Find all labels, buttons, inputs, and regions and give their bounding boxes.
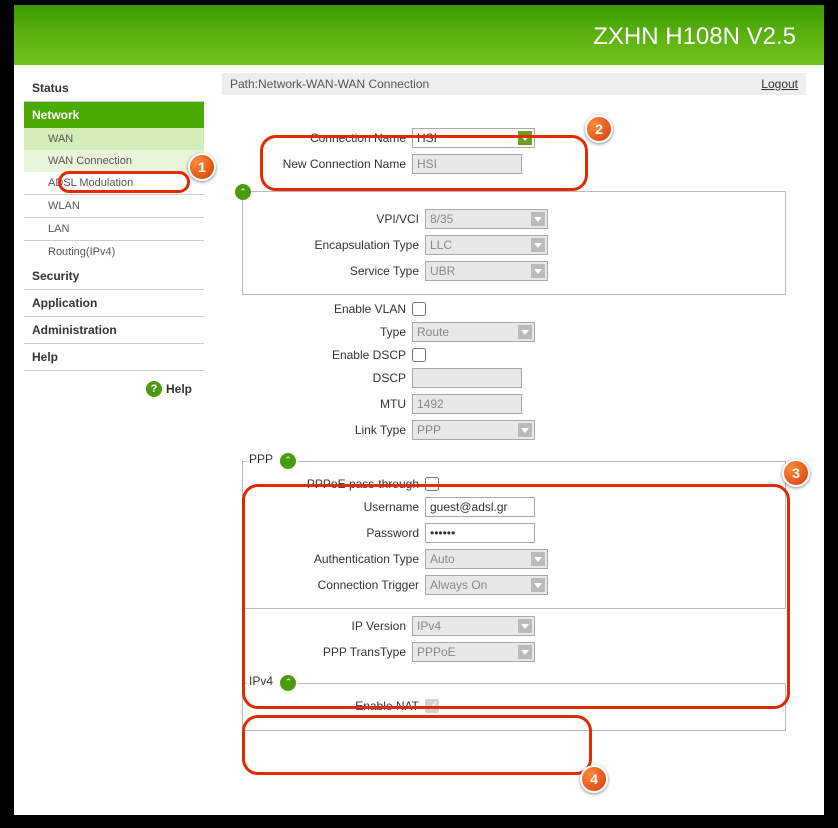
logout-link[interactable]: Logout — [761, 77, 798, 91]
nav-help[interactable]: Help — [24, 344, 204, 371]
enable-dscp-label: Enable DSCP — [222, 348, 412, 362]
chevron-down-icon — [531, 212, 545, 226]
product-title: ZXHN H108N V2.5 — [593, 23, 796, 51]
connection-name-label: Connection Name — [222, 131, 412, 145]
nav-network[interactable]: Network — [24, 102, 204, 128]
ppp-transtype-label: PPP TransType — [222, 645, 412, 659]
service-type-label: Service Type — [243, 264, 425, 278]
sidebar: Status Network WAN WAN Connection ADSL M… — [14, 65, 204, 815]
nav-adsl-modulation[interactable]: ADSL Modulation — [24, 172, 204, 194]
enable-dscp-checkbox[interactable] — [412, 348, 426, 362]
authentication-type-label: Authentication Type — [243, 552, 425, 566]
pppoe-pass-through-checkbox[interactable] — [425, 477, 439, 491]
username-input[interactable] — [425, 497, 535, 517]
username-label: Username — [243, 500, 425, 514]
mtu-input[interactable] — [412, 394, 522, 414]
password-label: Password — [243, 526, 425, 540]
help-label: Help — [166, 382, 192, 396]
sidebar-help-link[interactable]: ? Help — [24, 371, 204, 397]
header-banner: ZXHN H108N V2.5 — [14, 5, 824, 65]
nav-wlan[interactable]: WLAN — [24, 195, 204, 217]
mtu-label: MTU — [222, 397, 412, 411]
new-connection-name-label: New Connection Name — [222, 157, 412, 171]
service-type-select[interactable]: UBR — [425, 261, 548, 281]
chevron-down-icon — [531, 238, 545, 252]
ppp-transtype-select[interactable]: PPPoE — [412, 642, 535, 662]
collapse-icon[interactable]: ⌃ — [280, 453, 296, 469]
ip-version-label: IP Version — [222, 619, 412, 633]
connection-trigger-label: Connection Trigger — [243, 578, 425, 592]
encapsulation-type-label: Encapsulation Type — [243, 238, 425, 252]
collapse-icon[interactable]: ⌃ — [280, 675, 296, 691]
annotation-badge-3: 3 — [782, 459, 810, 487]
nav-wan-connection[interactable]: WAN Connection — [24, 150, 204, 172]
nav-lan[interactable]: LAN — [24, 218, 204, 240]
chevron-down-icon — [531, 264, 545, 278]
ipv4-section-header: IPv4 — [249, 674, 273, 688]
nav-wan[interactable]: WAN — [24, 128, 204, 150]
chevron-down-icon — [518, 423, 532, 437]
chevron-down-icon — [518, 325, 532, 339]
pppoe-pass-through-label: PPPoE pass-through — [243, 477, 425, 491]
annotation-badge-4: 4 — [580, 765, 608, 793]
chevron-down-icon — [518, 645, 532, 659]
annotation-badge-1: 1 — [188, 153, 216, 181]
nav-security[interactable]: Security — [24, 263, 204, 290]
enable-nat-label: Enable NAT — [243, 699, 425, 713]
enable-vlan-checkbox[interactable] — [412, 302, 426, 316]
dscp-input[interactable] — [412, 368, 522, 388]
collapse-icon[interactable]: ⌃ — [235, 184, 251, 200]
annotation-badge-2: 2 — [585, 115, 613, 143]
nav-administration[interactable]: Administration — [24, 317, 204, 344]
chevron-down-icon — [531, 578, 545, 592]
encapsulation-type-select[interactable]: LLC — [425, 235, 548, 255]
nav-application[interactable]: Application — [24, 290, 204, 317]
enable-nat-checkbox[interactable] — [425, 699, 439, 713]
authentication-type-select[interactable]: Auto — [425, 549, 548, 569]
ppp-section-header: PPP — [249, 452, 273, 466]
breadcrumb: Path:Network-WAN-WAN Connection Logout — [222, 73, 806, 95]
vpi-vci-select[interactable]: 8/35 — [425, 209, 548, 229]
nav-routing-ipv4[interactable]: Routing(IPv4) — [24, 241, 204, 263]
chevron-down-icon — [518, 619, 532, 633]
chevron-down-icon — [531, 552, 545, 566]
new-connection-name-input[interactable] — [412, 154, 522, 174]
connection-trigger-select[interactable]: Always On — [425, 575, 548, 595]
link-type-label: Link Type — [222, 423, 412, 437]
link-type-select[interactable]: PPP — [412, 420, 535, 440]
chevron-down-icon — [518, 131, 532, 145]
type-label: Type — [222, 325, 412, 339]
enable-vlan-label: Enable VLAN — [222, 302, 412, 316]
help-icon: ? — [146, 381, 162, 397]
dscp-label: DSCP — [222, 371, 412, 385]
password-input[interactable] — [425, 523, 535, 543]
ip-version-select[interactable]: IPv4 — [412, 616, 535, 636]
main-content: Path:Network-WAN-WAN Connection Logout C… — [204, 65, 824, 815]
breadcrumb-path: Path:Network-WAN-WAN Connection — [230, 77, 429, 91]
vpi-vci-label: VPI/VCI — [243, 212, 425, 226]
connection-name-value: HSI — [417, 131, 437, 145]
nav-status[interactable]: Status — [24, 75, 204, 102]
connection-name-select[interactable]: HSI — [412, 128, 535, 148]
type-select[interactable]: Route — [412, 322, 535, 342]
